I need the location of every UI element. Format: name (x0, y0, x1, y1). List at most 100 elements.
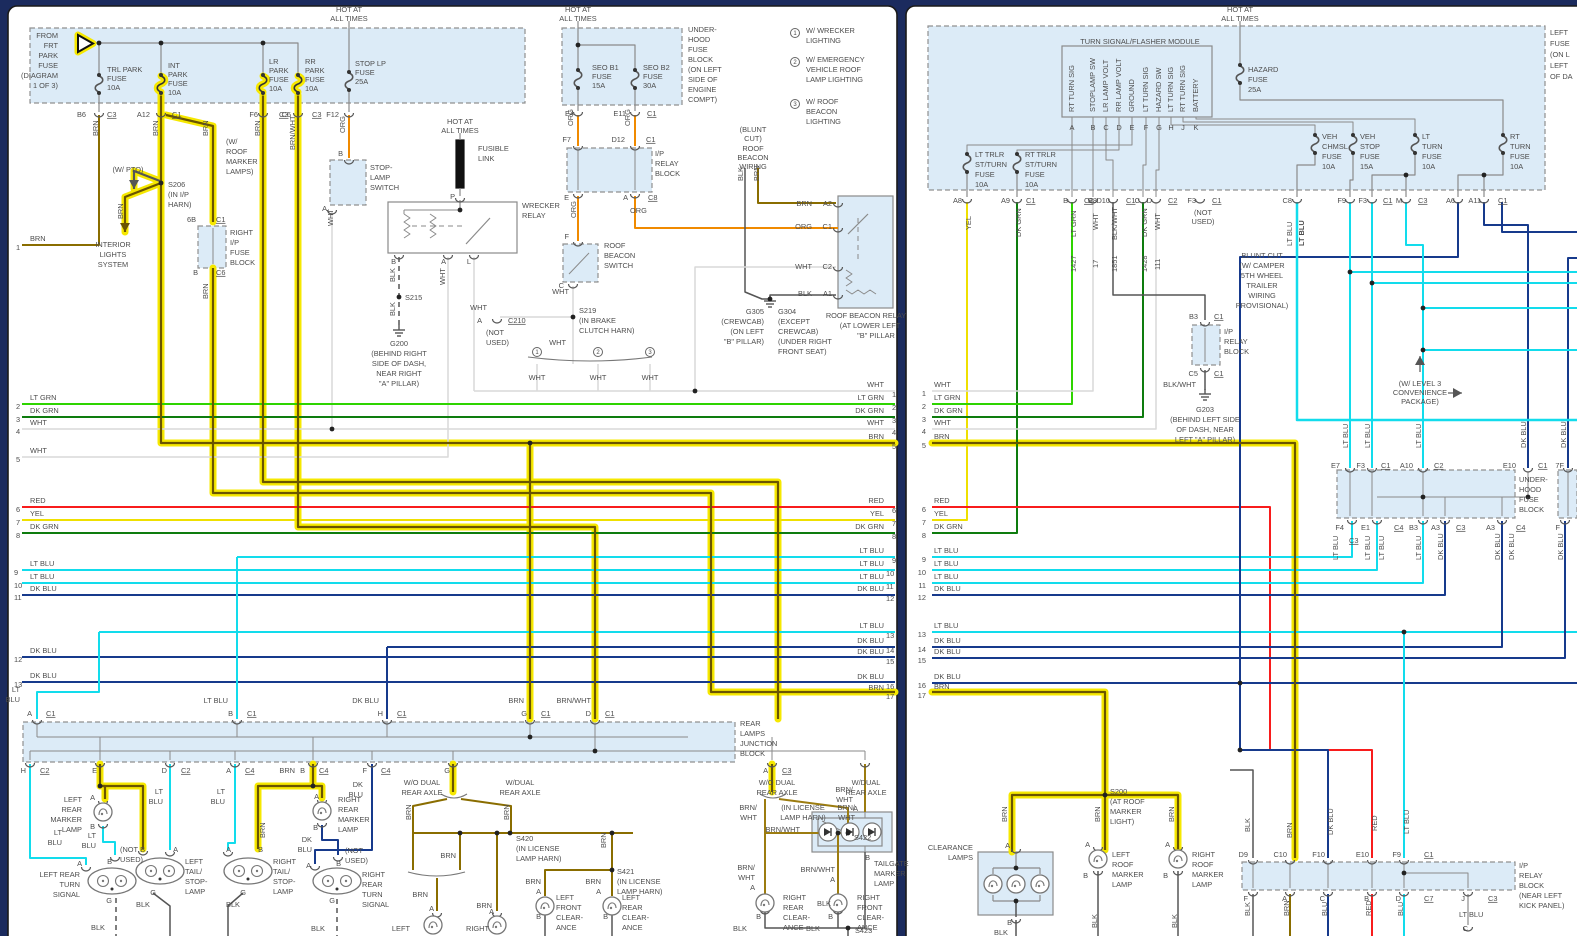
diagram-label: A8 (953, 196, 962, 205)
component-box (23, 722, 735, 762)
diagram-label: BRN/ (739, 803, 758, 812)
fuse-terminal (1501, 133, 1505, 137)
diagram-label: A (306, 861, 311, 870)
diagram-label: LEFT (1112, 850, 1131, 859)
diagram-label: 15 (886, 657, 894, 666)
diagram-label: (NOT (1194, 208, 1213, 217)
diagram-label: D (162, 766, 167, 775)
diagram-label: LAMP (874, 879, 894, 888)
fuse-terminal (1015, 152, 1019, 156)
diagram-label: BRN (868, 683, 884, 692)
diagram-label: LT (54, 828, 63, 837)
diagram-label: 1 (922, 389, 926, 398)
diagram-label: WHT (867, 418, 884, 427)
diagram-label: B (391, 257, 396, 266)
diagram-label: B (603, 912, 608, 921)
fuse-terminal (296, 73, 300, 77)
diagram-label: C1 (1381, 461, 1390, 470)
diagram-label: DK BLU (1493, 533, 1502, 560)
diagram-label: FUSE (269, 75, 289, 84)
diagram-label: C1 (46, 709, 55, 718)
diagram-label: F9 (1392, 850, 1401, 859)
diagram-label: ROOF (1192, 860, 1214, 869)
diagram-label: H (21, 766, 26, 775)
diagram-label: A (853, 804, 858, 813)
component-box (928, 26, 1545, 190)
fuse-terminal (1413, 151, 1417, 155)
diagram-label: 10 (14, 581, 22, 590)
diagram-label: H (378, 709, 383, 718)
diagram-label: DK BLU (1326, 808, 1335, 835)
diagram-label: RED (1370, 815, 1379, 831)
diagram-label: BLUNT CUT (1241, 251, 1283, 260)
fuse-terminal (1015, 170, 1019, 174)
diagram-label: BRN (412, 890, 428, 899)
diagram-label: LT BLU (860, 559, 884, 568)
diagram-label: FUSE (1519, 495, 1539, 504)
splice-dot (768, 297, 773, 302)
diagram-label: USED) (1192, 217, 1215, 226)
diagram-label: FUSE (1248, 75, 1268, 84)
splice-dot (458, 831, 463, 836)
diagram-label: 1851 (1110, 256, 1119, 272)
diagram-label: USED) (486, 338, 509, 347)
diagram-label: B (756, 912, 761, 921)
diagram-label: (IN I/P (168, 190, 189, 199)
splice-dot (1402, 630, 1407, 635)
lamp-bulb-icon (829, 894, 847, 912)
diagram-label: C3 (107, 110, 116, 119)
diagram-label: RELAY (1519, 871, 1543, 880)
diagram-label: J (1181, 123, 1185, 132)
diagram-label: (BEHIND RIGHT (371, 349, 427, 358)
diagram-label: L (467, 257, 471, 266)
diagram-label: LEFT (64, 795, 83, 804)
diagram-label: HAZARD (1248, 65, 1278, 74)
diagram-label: TURN (1422, 142, 1443, 151)
diagram-label: A3 (1431, 523, 1440, 532)
diagram-label: I/P (230, 238, 239, 247)
diagram-label: FROM (36, 31, 58, 40)
diagram-label: BLU (298, 845, 312, 854)
diagram-label: LT BLU (1363, 424, 1372, 448)
diagram-label: LT TRLR (975, 150, 1004, 159)
diagram-label: C4 (1516, 523, 1525, 532)
diagram-label: TURN (59, 880, 80, 889)
diagram-label: (IN LICENSE (781, 803, 825, 812)
diagram-label: 25A (1248, 85, 1261, 94)
diagram-label: A (77, 859, 82, 868)
diagram-label: A (1165, 840, 1170, 849)
lamp-filament (836, 904, 838, 906)
diagram-label: 6 (922, 505, 926, 514)
diagram-label: ALL TIMES (1221, 14, 1258, 23)
diagram-label: RT (1510, 132, 1520, 141)
diagram-label: TURN (1510, 142, 1531, 151)
diagram-label: C1 (1214, 369, 1223, 378)
diagram-label: FRONT (857, 903, 883, 912)
diagram-label: RELAY (522, 211, 546, 220)
diagram-label: S421 (617, 867, 634, 876)
diagram-label: LEFT (1550, 61, 1569, 70)
diagram-label: G (521, 709, 527, 718)
diagram-label: 25A (355, 77, 368, 86)
diagram-label: D (1147, 196, 1152, 205)
diagram-label: 13 (886, 631, 894, 640)
diagram-label: 6 (892, 506, 896, 515)
diagram-label: WHT (836, 795, 853, 804)
diagram-label: RT TRLR (1025, 150, 1056, 159)
diagram-label: (BEHIND LEFT SIDE (1170, 415, 1240, 424)
lamp-bulb-icon (313, 802, 331, 820)
diagram-label: 10A (168, 88, 181, 97)
diagram-label: STOP- (185, 877, 208, 886)
diagram-label: BEACON (604, 251, 635, 260)
diagram-label: F (1243, 894, 1248, 903)
diagram-label: C4 (1394, 523, 1403, 532)
diagram-label: 9 (14, 568, 18, 577)
diagram-label: BRN (116, 203, 125, 219)
fuse-terminal (261, 73, 265, 77)
diagram-label: C3 (1456, 523, 1465, 532)
diagram-label: C1 (1214, 312, 1223, 321)
diagram-label: HARN) (168, 200, 191, 209)
diagram-label: A (226, 845, 231, 854)
diagram-label: WHT (1091, 213, 1100, 230)
diagram-label: A12 (137, 110, 150, 119)
